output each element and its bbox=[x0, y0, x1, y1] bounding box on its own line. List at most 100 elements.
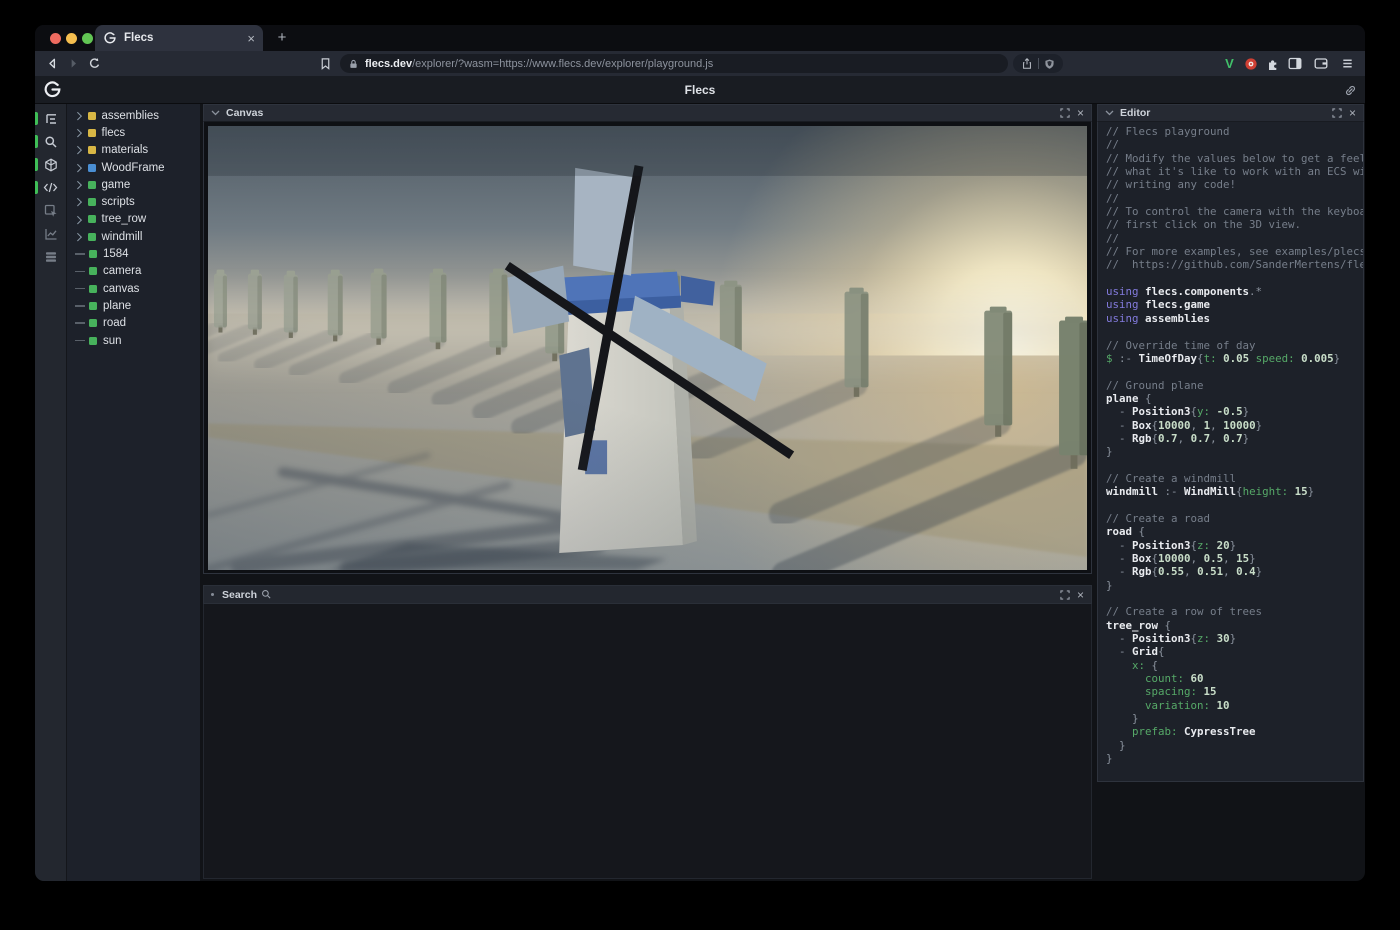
rail-tree-view-icon[interactable] bbox=[35, 107, 66, 130]
forward-button[interactable] bbox=[65, 55, 82, 72]
code-editor[interactable]: // Flecs playground//// Modify the value… bbox=[1097, 122, 1364, 782]
code-line: // writing any code! bbox=[1106, 178, 1363, 191]
tree-item-windmill[interactable]: windmill bbox=[67, 228, 200, 245]
code-line bbox=[1106, 272, 1363, 285]
tree-item-road[interactable]: road bbox=[67, 315, 200, 332]
bookmark-icon[interactable] bbox=[317, 55, 334, 72]
tree-item-scripts[interactable]: scripts bbox=[67, 193, 200, 210]
code-line: // Create a row of trees bbox=[1106, 605, 1363, 618]
window-close-button[interactable] bbox=[50, 33, 61, 44]
canvas-panel-title: Canvas bbox=[226, 107, 1053, 119]
lock-icon bbox=[348, 58, 359, 70]
tree-item-WoodFrame[interactable]: WoodFrame bbox=[67, 159, 200, 176]
tree-item-game[interactable]: game bbox=[67, 176, 200, 193]
code-line bbox=[1106, 325, 1363, 338]
code-line: prefab: CypressTree bbox=[1106, 725, 1363, 738]
code-line: windmill :- WindMill{height: 15} bbox=[1106, 485, 1363, 498]
rail-tables-icon[interactable] bbox=[35, 245, 66, 268]
share-icon[interactable] bbox=[1021, 57, 1033, 70]
code-line: // To control the camera with the keyboa… bbox=[1106, 205, 1363, 218]
share-link-icon[interactable] bbox=[1344, 84, 1357, 97]
window-minimize-button[interactable] bbox=[66, 33, 77, 44]
tree-item-label: scripts bbox=[102, 196, 135, 208]
rail-search-icon[interactable] bbox=[35, 130, 66, 153]
new-tab-button[interactable]: + bbox=[273, 29, 291, 46]
window-zoom-button[interactable] bbox=[82, 33, 93, 44]
tree-item-plane[interactable]: plane bbox=[67, 297, 200, 314]
back-button[interactable] bbox=[44, 55, 61, 72]
code-line: // Override time of day bbox=[1106, 339, 1363, 352]
code-line: - Rgb{0.7, 0.7, 0.7} bbox=[1106, 432, 1363, 445]
expand-icon[interactable] bbox=[1332, 108, 1342, 118]
expand-chevron-icon[interactable] bbox=[74, 146, 82, 154]
tab-close-icon[interactable]: × bbox=[247, 32, 255, 45]
code-line: } bbox=[1106, 579, 1363, 592]
tree-item-tree_row[interactable]: tree_row bbox=[67, 211, 200, 228]
code-line: using flecs.components.* bbox=[1106, 285, 1363, 298]
canvas-panel-header[interactable]: Canvas × bbox=[203, 104, 1092, 122]
extension-vimium-icon[interactable]: V bbox=[1221, 55, 1238, 72]
tree-item-canvas[interactable]: canvas bbox=[67, 280, 200, 297]
tree-item-label: windmill bbox=[102, 231, 143, 243]
app-header: Flecs bbox=[35, 76, 1365, 104]
tree-item-label: materials bbox=[102, 144, 149, 156]
expand-icon[interactable] bbox=[1060, 590, 1070, 600]
tree-item-flecs[interactable]: flecs bbox=[67, 124, 200, 141]
tree-item-assemblies[interactable]: assemblies bbox=[67, 107, 200, 124]
collapsed-dot-icon bbox=[211, 593, 214, 596]
leaf-dash-icon bbox=[75, 253, 85, 255]
tree-item-materials[interactable]: materials bbox=[67, 142, 200, 159]
brave-shield-icon[interactable] bbox=[1044, 58, 1055, 70]
code-line: variation: 10 bbox=[1106, 699, 1363, 712]
3d-viewport[interactable] bbox=[203, 122, 1092, 574]
code-line bbox=[1106, 592, 1363, 605]
browser-tab[interactable]: Flecs × bbox=[95, 25, 263, 51]
expand-icon[interactable] bbox=[1060, 108, 1070, 118]
code-line: - Rgb{0.55, 0.51, 0.4} bbox=[1106, 565, 1363, 578]
tree-item-label: 1584 bbox=[103, 248, 129, 260]
rail-code-icon[interactable] bbox=[35, 176, 66, 199]
close-icon[interactable]: × bbox=[1077, 106, 1084, 120]
expand-chevron-icon[interactable] bbox=[74, 233, 82, 241]
code-line: // what it's like to work with an ECS wi… bbox=[1106, 165, 1363, 178]
expand-chevron-icon[interactable] bbox=[74, 198, 82, 206]
divider bbox=[1038, 58, 1039, 69]
chevron-down-icon bbox=[1105, 109, 1114, 117]
rail-scene-icon[interactable] bbox=[35, 153, 66, 176]
code-line: // Create a windmill bbox=[1106, 472, 1363, 485]
tree-item-label: plane bbox=[103, 300, 131, 312]
expand-chevron-icon[interactable] bbox=[74, 164, 82, 172]
leaf-dash-icon bbox=[75, 271, 85, 273]
icon-rail bbox=[35, 104, 67, 881]
close-icon[interactable]: × bbox=[1349, 106, 1356, 120]
wallet-icon[interactable] bbox=[1312, 55, 1329, 72]
code-line: plane { bbox=[1106, 392, 1363, 405]
expand-chevron-icon[interactable] bbox=[74, 216, 82, 224]
sidebar-toggle-icon[interactable] bbox=[1286, 55, 1303, 72]
extensions-puzzle-icon[interactable] bbox=[1264, 55, 1281, 72]
tree-item-sun[interactable]: sun bbox=[67, 332, 200, 349]
url-bar[interactable]: flecs.dev/explorer/?wasm=https://www.fle… bbox=[340, 54, 1008, 73]
tree-item-1584[interactable]: 1584 bbox=[67, 245, 200, 262]
code-line: using assemblies bbox=[1106, 312, 1363, 325]
tree-item-camera[interactable]: camera bbox=[67, 263, 200, 280]
reload-button[interactable] bbox=[86, 55, 103, 72]
expand-chevron-icon[interactable] bbox=[74, 181, 82, 189]
entity-square-icon bbox=[89, 285, 97, 293]
tree-item-label: game bbox=[102, 179, 131, 191]
expand-chevron-icon[interactable] bbox=[74, 129, 82, 137]
leaf-dash-icon bbox=[75, 288, 85, 290]
extension-badge-icon[interactable] bbox=[1242, 55, 1259, 72]
search-panel-header[interactable]: Search × bbox=[203, 585, 1092, 604]
rail-stats-icon[interactable] bbox=[35, 222, 66, 245]
module-square-icon bbox=[88, 146, 96, 154]
editor-panel-title: Editor bbox=[1120, 107, 1325, 119]
tab-favicon-flecs-logo-icon bbox=[103, 31, 117, 45]
rail-inspector-icon[interactable] bbox=[35, 199, 66, 222]
expand-chevron-icon[interactable] bbox=[74, 112, 82, 120]
menu-icon[interactable] bbox=[1339, 55, 1356, 72]
close-icon[interactable]: × bbox=[1077, 588, 1084, 602]
code-line: $ :- TimeOfDay{t: 0.05 speed: 0.005} bbox=[1106, 352, 1363, 365]
code-line bbox=[1106, 365, 1363, 378]
editor-panel-header[interactable]: Editor × bbox=[1097, 104, 1364, 122]
